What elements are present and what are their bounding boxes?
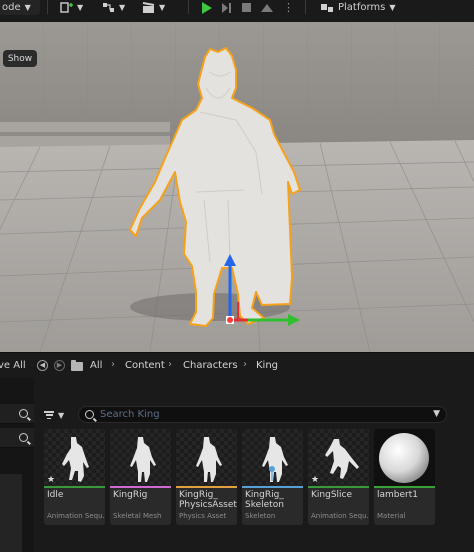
asset-name-line: KingRig_ — [245, 490, 284, 500]
asset-name-line: Skeleton — [245, 500, 284, 510]
asset-thumbnail — [176, 429, 237, 486]
asset-tile-kingrig-skeleton[interactable]: KingRig_ Skeleton Skeleton — [242, 429, 303, 525]
platforms-icon — [321, 3, 333, 12]
chevron-down-icon: ▼ — [389, 3, 396, 12]
more-options-icon[interactable]: ⋮ — [283, 1, 294, 14]
chevron-down-icon: ▼ — [77, 3, 84, 12]
toolbar-divider — [305, 0, 306, 14]
asset-name: KingRig_ Skeleton — [245, 490, 303, 510]
level-viewport[interactable]: Show — [0, 22, 474, 352]
sources-search-button[interactable] — [0, 404, 34, 424]
chevron-down-icon[interactable]: ▼ — [433, 409, 440, 419]
material-sphere-icon — [379, 433, 429, 483]
asset-name: KingRig — [113, 490, 148, 500]
sources-panel — [0, 378, 34, 552]
asset-name: KingSlice — [311, 490, 353, 500]
mode-selector[interactable]: ode ▼ — [0, 0, 40, 15]
viewport-scene — [0, 22, 474, 352]
asset-type-stripe — [308, 486, 369, 488]
blueprint-button[interactable]: ▼ — [102, 0, 125, 15]
asset-type-stripe — [44, 486, 105, 488]
play-icon[interactable] — [202, 1, 212, 14]
breadcrumb-all[interactable]: All — [90, 360, 102, 371]
breadcrumb-content[interactable]: Content — [125, 360, 165, 371]
asset-tile-lambert1[interactable]: lambert1 Material — [374, 429, 435, 525]
search-icon — [19, 409, 28, 418]
breadcrumb-king[interactable]: King — [256, 360, 278, 371]
stop-icon[interactable] — [242, 3, 251, 12]
toolbar-divider — [188, 0, 189, 14]
search-icon — [85, 410, 94, 419]
asset-type-stripe — [110, 486, 171, 488]
toolbar-divider — [47, 0, 48, 14]
platforms-label: Platforms — [338, 2, 386, 13]
asset-search-input[interactable] — [100, 409, 420, 420]
asset-tile-kingrig-physicsasset[interactable]: KingRig_ PhysicsAsset Physics Asset — [176, 429, 237, 525]
add-content-button[interactable]: ▼ — [60, 0, 83, 15]
main-toolbar: ode ▼ ▼ ▼ ▼ ⋮ Platforms ▼ — [0, 0, 474, 22]
step-forward-icon[interactable] — [222, 2, 232, 13]
asset-type: Animation Sequ... — [47, 512, 105, 520]
add-cube-icon — [60, 1, 73, 13]
chevron-down-icon: ▼ — [24, 3, 31, 12]
asset-search-box: ▼ — [78, 406, 447, 423]
favorite-star-icon[interactable]: ★ — [311, 475, 319, 485]
breadcrumb-characters[interactable]: Characters — [183, 360, 238, 371]
asset-thumbnail — [110, 429, 171, 486]
forward-icon[interactable]: ▶ — [54, 360, 65, 371]
filter-button[interactable]: ▼ — [44, 407, 74, 423]
breadcrumb-chevron-icon: › — [243, 359, 247, 370]
asset-type: Physics Asset — [179, 512, 227, 520]
show-menu-button[interactable]: Show — [3, 50, 37, 67]
chevron-down-icon: ▼ — [58, 410, 65, 420]
asset-type-stripe — [242, 486, 303, 488]
asset-name: Idle — [47, 490, 64, 500]
platforms-button[interactable]: Platforms ▼ — [320, 0, 396, 15]
content-browser-nav: ve All ◀ ▶ All › Content › Characters › … — [0, 352, 474, 378]
search-icon — [19, 433, 28, 442]
asset-tile-idle[interactable]: ★ Idle Animation Sequ... — [44, 429, 105, 525]
asset-tile-kingrig[interactable]: KingRig Skeletal Mesh — [110, 429, 171, 525]
folder-icon — [71, 360, 83, 371]
skeletal-mesh-icon — [130, 437, 156, 482]
favorite-star-icon[interactable]: ★ — [47, 475, 55, 485]
eject-icon[interactable] — [261, 3, 273, 12]
mode-label: ode — [2, 2, 21, 13]
physics-asset-icon — [196, 437, 222, 482]
asset-type: Skeleton — [245, 512, 276, 520]
breadcrumb-chevron-icon: › — [111, 359, 115, 370]
asset-name: lambert1 — [377, 490, 418, 500]
save-all-button[interactable]: ve All — [0, 360, 26, 371]
asset-type-stripe — [176, 486, 237, 488]
asset-type: Animation Sequ... — [311, 512, 369, 520]
asset-name-line: KingRig_ — [179, 490, 218, 500]
asset-type: Skeletal Mesh — [113, 512, 162, 520]
filter-icon — [44, 411, 54, 419]
asset-name: KingRig_ PhysicsAsset — [179, 490, 237, 510]
asset-type: Material — [377, 512, 406, 520]
clapperboard-icon — [142, 1, 155, 13]
cinematics-button[interactable]: ▼ — [142, 0, 165, 15]
play-controls: ⋮ — [202, 0, 294, 15]
content-browser: ve All ◀ ▶ All › Content › Characters › … — [0, 352, 474, 552]
skeleton-icon — [262, 437, 288, 482]
asset-tile-kingslice[interactable]: ★ KingSlice Animation Sequ... — [308, 429, 369, 525]
folder-tree[interactable] — [0, 474, 22, 552]
asset-type-stripe — [374, 486, 435, 488]
breadcrumb-chevron-icon: › — [168, 359, 172, 370]
asset-name-line: PhysicsAsset — [179, 500, 237, 510]
back-icon[interactable]: ◀ — [37, 360, 48, 371]
chevron-down-icon: ▼ — [159, 3, 166, 12]
collections-search-button[interactable] — [0, 428, 34, 448]
blueprint-icon — [103, 2, 114, 12]
asset-thumbnail — [242, 429, 303, 486]
asset-thumbnail — [374, 429, 435, 486]
chevron-down-icon: ▼ — [119, 3, 126, 12]
